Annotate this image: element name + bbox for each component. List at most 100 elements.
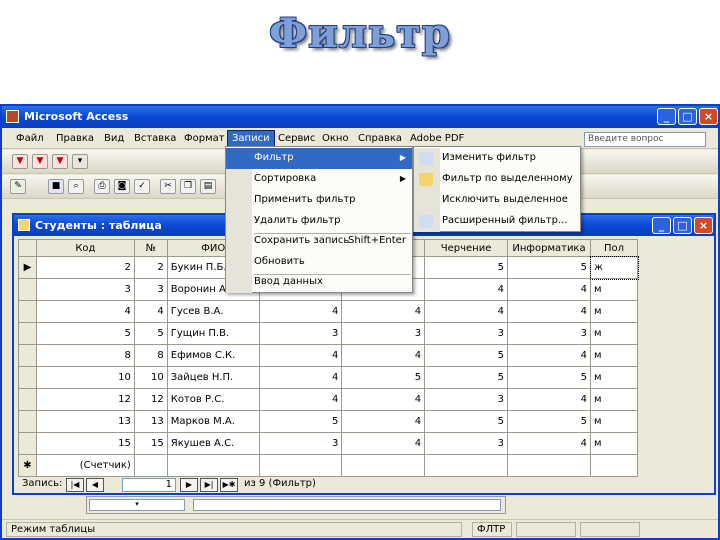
new-record-row[interactable]: ✱ (Счетчик) xyxy=(18,454,638,477)
background-form-field[interactable] xyxy=(193,499,501,511)
ask-question-input[interactable]: Введите вопрос xyxy=(584,132,706,147)
cell-pol[interactable]: ж xyxy=(589,255,639,280)
maximize-button[interactable]: □ xyxy=(678,108,697,125)
save-icon[interactable]: ■ xyxy=(48,179,64,194)
cell-num[interactable]: 10 xyxy=(133,366,168,389)
menu-help[interactable]: Справка xyxy=(354,132,406,145)
filter-excluding-icon[interactable]: ▼ xyxy=(32,154,48,169)
cell-pol[interactable]: м xyxy=(590,388,638,411)
table-row[interactable]: 8 8 Ефимов С.К. 4 4 5 4 м xyxy=(18,344,638,367)
cell-kod[interactable]: 10 xyxy=(35,366,135,389)
cell-kod[interactable]: 2 xyxy=(35,256,135,279)
cell-pol[interactable]: м xyxy=(590,410,638,433)
filter-form-icon[interactable]: ▼ xyxy=(52,154,68,169)
row-selector[interactable] xyxy=(18,366,37,389)
menu-item-data-entry[interactable]: Ввод данных xyxy=(226,272,412,293)
submenu-item-filter-by-selection[interactable]: Фильтр по выделенному xyxy=(414,169,580,190)
print-preview-icon[interactable]: ◙ xyxy=(114,179,130,194)
cell-kod[interactable]: 4 xyxy=(35,300,135,323)
view-icon[interactable]: ✎ xyxy=(10,179,26,194)
cell-cherch[interactable]: 5 xyxy=(424,344,509,367)
new-record-selector[interactable]: ✱ xyxy=(18,454,37,477)
cell-kod[interactable]: 3 xyxy=(35,278,135,301)
row-selector[interactable] xyxy=(18,432,37,455)
cell-empty[interactable] xyxy=(341,454,426,477)
cell-cherch[interactable]: 3 xyxy=(424,388,509,411)
table-row[interactable]: 4 4 Гусев В.А. 4 4 4 4 м xyxy=(18,300,638,323)
cell-c5[interactable]: 5 xyxy=(341,366,426,389)
table-row[interactable]: 13 13 Марков М.А. 5 4 5 5 м xyxy=(18,410,638,433)
menu-item-remove-filter[interactable]: Удалить фильтр xyxy=(226,211,412,232)
cell-empty[interactable] xyxy=(258,454,343,477)
cell-c4[interactable]: 4 xyxy=(258,344,343,367)
cell-kod[interactable]: 8 xyxy=(35,344,135,367)
table-close-button[interactable]: × xyxy=(694,217,713,234)
row-selector[interactable] xyxy=(18,388,37,411)
cell-cherch[interactable]: 5 xyxy=(424,410,509,433)
submenu-item-exclude-selection[interactable]: Исключить выделенное xyxy=(414,190,580,211)
cell-c4[interactable]: 4 xyxy=(258,300,343,323)
menu-insert[interactable]: Вставка xyxy=(130,132,180,145)
cell-fio[interactable]: Зайцев Н.П. xyxy=(166,366,260,389)
cell-fio[interactable]: Гущин П.В. xyxy=(166,322,260,345)
cell-inf[interactable]: 4 xyxy=(507,388,591,411)
print-icon[interactable]: ⎙ xyxy=(94,179,110,194)
cell-pol[interactable]: м xyxy=(590,278,638,301)
first-record-icon[interactable]: |◀ xyxy=(66,478,84,492)
menu-adobe-pdf[interactable]: Adobe PDF xyxy=(406,132,468,145)
previous-record-icon[interactable]: ◀ xyxy=(86,478,104,492)
cell-num[interactable]: 3 xyxy=(133,278,168,301)
search-icon[interactable]: ⌕ xyxy=(68,179,84,194)
copy-icon[interactable]: ❐ xyxy=(180,179,196,194)
menu-item-save-record[interactable]: Сохранить запись Shift+Enter xyxy=(226,231,412,252)
menu-file[interactable]: Файл xyxy=(12,132,48,145)
cell-inf[interactable]: 3 xyxy=(507,322,591,345)
cell-inf[interactable]: 5 xyxy=(507,410,591,433)
cell-num[interactable]: 4 xyxy=(133,300,168,323)
table-row[interactable]: 15 15 Якушев А.С. 3 4 3 4 м xyxy=(18,432,638,455)
last-record-icon[interactable]: ▶| xyxy=(200,478,218,492)
cell-empty[interactable] xyxy=(133,454,168,477)
cell-fio[interactable]: Ефимов С.К. xyxy=(166,344,260,367)
spelling-icon[interactable]: ✓ xyxy=(134,179,150,194)
menu-item-sort[interactable]: Сортировка ▶ xyxy=(226,169,412,190)
cell-c5[interactable]: 4 xyxy=(341,432,426,455)
cell-pol[interactable]: м xyxy=(590,344,638,367)
column-header-pol[interactable]: Пол xyxy=(590,239,638,257)
minimize-button[interactable]: _ xyxy=(657,108,676,125)
menu-item-filter[interactable]: Фильтр ▶ xyxy=(226,148,412,169)
cell-c5[interactable]: 4 xyxy=(341,410,426,433)
cell-pol[interactable]: м xyxy=(590,432,638,455)
cell-cherch[interactable]: 3 xyxy=(424,322,509,345)
cell-fio[interactable]: Котов Р.С. xyxy=(166,388,260,411)
cut-icon[interactable]: ✂ xyxy=(160,179,176,194)
menu-item-refresh[interactable]: Обновить xyxy=(226,252,412,273)
cell-empty[interactable] xyxy=(507,454,591,477)
cell-cherch[interactable]: 3 xyxy=(424,432,509,455)
submenu-item-advanced-filter[interactable]: Расширенный фильтр... xyxy=(414,211,580,232)
cell-c4[interactable]: 5 xyxy=(258,410,343,433)
column-header-informatika[interactable]: Информатика xyxy=(507,239,591,257)
table-minimize-button[interactable]: _ xyxy=(652,217,671,234)
column-header-kod[interactable]: Код xyxy=(35,239,135,257)
cell-kod[interactable]: 15 xyxy=(35,432,135,455)
column-header-num[interactable]: № xyxy=(133,239,168,257)
menu-edit[interactable]: Правка xyxy=(52,132,98,145)
dropdown-arrow-icon[interactable]: ▾ xyxy=(89,499,185,511)
table-row[interactable]: 10 10 Зайцев Н.П. 4 5 5 5 м xyxy=(18,366,638,389)
new-record-icon[interactable]: ▶✱ xyxy=(220,478,238,492)
cell-num[interactable]: 12 xyxy=(133,388,168,411)
cell-c4[interactable]: 4 xyxy=(258,388,343,411)
cell-c4[interactable]: 4 xyxy=(258,366,343,389)
menu-item-apply-filter[interactable]: Применить фильтр xyxy=(226,190,412,211)
menu-view[interactable]: Вид xyxy=(100,132,128,145)
filter-by-selection-icon[interactable]: ▼ xyxy=(12,154,28,169)
menu-tools[interactable]: Сервис xyxy=(274,132,319,145)
cell-c5[interactable]: 4 xyxy=(341,344,426,367)
cell-num[interactable]: 13 xyxy=(133,410,168,433)
cell-num[interactable]: 8 xyxy=(133,344,168,367)
cell-c4[interactable]: 3 xyxy=(258,432,343,455)
cell-inf[interactable]: 4 xyxy=(507,344,591,367)
row-selector[interactable]: ▶ xyxy=(18,256,37,279)
cell-kod[interactable]: 12 xyxy=(35,388,135,411)
